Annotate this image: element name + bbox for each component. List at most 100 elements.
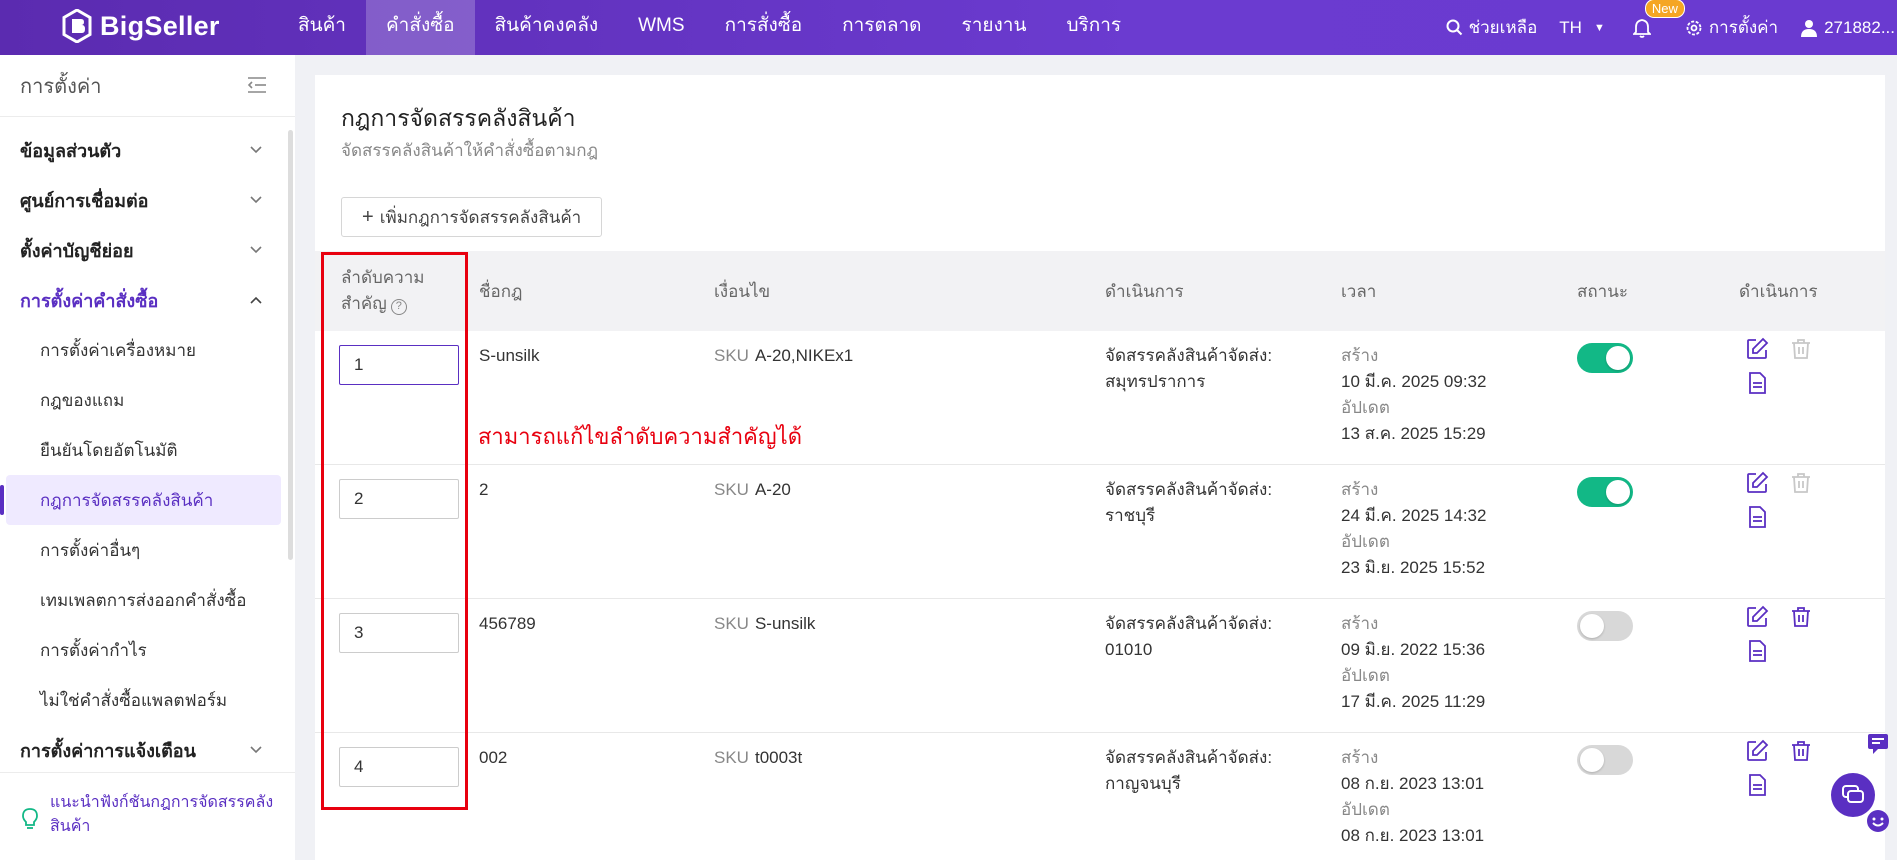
sidebar-item-markers[interactable]: การตั้งค่าเครื่องหมาย [0, 325, 295, 375]
sidebar-group-notifications[interactable]: การตั้งค่าการแจ้งเตือน [0, 725, 295, 775]
updated-time: 23 มิ.ย. 2025 15:52 [1341, 558, 1486, 577]
rule-name: 002 [479, 748, 508, 767]
rule-name: 2 [479, 480, 489, 499]
annotation-text: สามารถแก้ไขลำดับความสำคัญได้ [478, 424, 802, 449]
log-document-icon[interactable] [1745, 773, 1769, 797]
sidebar-item-non-platform-orders[interactable]: ไม่ใช่คำสั่งซื้อแพลตฟอร์ม [0, 675, 295, 725]
status-toggle[interactable] [1577, 611, 1633, 641]
created-time: 10 มี.ค. 2025 09:32 [1341, 372, 1487, 391]
main-nav: สินค้า คำสั่งซื้อ สินค้าคงคลัง WMS การสั… [278, 0, 1141, 55]
status-toggle[interactable] [1577, 477, 1633, 507]
sidebar-item-auto-confirm[interactable]: ยืนยันโดยอัตโนมัติ [0, 425, 295, 475]
created-label: สร้าง [1341, 614, 1379, 633]
page-title: กฎการจัดสรรคลังสินค้า [341, 105, 576, 131]
trash-icon[interactable] [1789, 739, 1813, 763]
warehouse-name: สมุทรปราการ [1105, 372, 1206, 391]
sidebar-item-gift-rules[interactable]: กฎของแถม [0, 375, 295, 425]
top-right-tools: ช่วยเหลือ TH ▼ New การตั้งค่า 271882... [1424, 0, 1897, 55]
help-link[interactable]: ช่วยเหลือ [1446, 14, 1537, 41]
col-condition: เงื่อนไข [714, 281, 771, 301]
trash-icon [1792, 339, 1810, 359]
sidebar-group-subaccounts[interactable]: ตั้งค่าบัญชีย่อย [0, 225, 295, 275]
rule-operation: จัดสรรคลังสินค้าจัดส่ง: ราชบุรี [1105, 477, 1272, 529]
sidebar-item-export-templates[interactable]: เทมเพลตการส่งออกคำสั่งซื้อ [0, 575, 295, 625]
user-menu[interactable]: 271882... [1800, 18, 1895, 38]
edit-icon[interactable] [1745, 605, 1769, 629]
edit-icon[interactable] [1745, 337, 1769, 361]
log-document-icon[interactable] [1745, 371, 1769, 395]
sidebar-group-profile[interactable]: ข้อมูลส่วนตัว [0, 125, 295, 175]
nav-wms[interactable]: WMS [618, 0, 704, 55]
created-label: สร้าง [1341, 346, 1379, 365]
language-select[interactable]: TH ▼ [1559, 18, 1605, 38]
sidebar-item-profit-settings[interactable]: การตั้งค่ากำไร [0, 625, 295, 675]
collapse-menu-icon[interactable] [247, 76, 267, 94]
nav-purchase[interactable]: การสั่งซื้อ [705, 0, 823, 55]
trash-icon[interactable] [1789, 605, 1813, 629]
nav-reports[interactable]: รายงาน [942, 0, 1047, 55]
settings-link[interactable]: การตั้งค่า [1685, 14, 1778, 41]
brand-name: BigSeller [100, 10, 220, 41]
main-panel: กฎการจัดสรรคลังสินค้า จัดสรรคลังสินค้าให… [315, 75, 1885, 860]
edit-icon[interactable] [1745, 739, 1769, 763]
rule-condition: SKU A-20,NIKEx1 [714, 343, 853, 369]
user-id: 271882... [1824, 17, 1895, 37]
sidebar-group-label: การตั้งค่าคำสั่งซื้อ [20, 290, 159, 311]
feature-intro-line1: แนะนำฟังก์ชันกฎการจัดสรรคลัง [50, 794, 274, 811]
sku-value: A-20,NIKEx1 [754, 346, 854, 365]
nav-products[interactable]: สินค้า [278, 0, 366, 55]
feature-intro-link[interactable]: แนะนำฟังก์ชันกฎการจัดสรรคลัง สินค้า [0, 772, 295, 860]
sidebar-group-integrations[interactable]: ศูนย์การเชื่อมต่อ [0, 175, 295, 225]
feedback-icon[interactable] [1865, 730, 1891, 756]
created-time: 09 มิ.ย. 2022 15:36 [1341, 640, 1486, 659]
add-rule-label: เพิ่มกฎการจัดสรรคลังสินค้า [379, 207, 582, 227]
sidebar-item-warehouse-rules[interactable]: กฎการจัดสรรคลังสินค้า [0, 475, 281, 525]
sidebar-group-order-settings[interactable]: การตั้งค่าคำสั่งซื้อ [0, 275, 295, 325]
operation-prefix: จัดสรรคลังสินค้าจัดส่ง: [1105, 748, 1273, 767]
nav-orders[interactable]: คำสั่งซื้อ [365, 0, 475, 55]
rule-name: 456789 [479, 614, 536, 633]
chevron-up-icon [250, 296, 262, 304]
created-time: 24 มี.ค. 2025 14:32 [1341, 506, 1487, 525]
search-icon [1446, 19, 1462, 36]
rule-name: S-unsilk [479, 346, 540, 365]
log-document-icon[interactable] [1745, 505, 1769, 529]
rule-time: สร้าง 09 มิ.ย. 2022 15:36 อัปเดต 17 มี.ค. 2… [1341, 611, 1485, 715]
created-label: สร้าง [1341, 480, 1379, 499]
notification-button[interactable]: New [1632, 0, 1685, 38]
bigseller-logo[interactable]: BigSeller [62, 9, 220, 43]
sidebar-group-label: ข้อมูลส่วนตัว [20, 140, 122, 161]
lightbulb-icon [22, 808, 38, 829]
sidebar-group-label: ศูนย์การเชื่อมต่อ [20, 190, 149, 211]
page-subtitle: จัดสรรคลังสินค้าให้คำสั่งซื้อตามกฎ [341, 141, 598, 160]
col-rule-name: ชื่อกฎ [479, 281, 523, 301]
chat-icon [1842, 785, 1864, 803]
table-row: 2 SKU A-20 จัดสรรคลังสินค้าจัดส่ง: ราชบุรี สร… [315, 465, 1885, 599]
updated-label: อัปเดต [1341, 398, 1390, 417]
chevron-down-icon [250, 146, 262, 154]
nav-marketing[interactable]: การตลาด [822, 0, 941, 55]
updated-time: 08 ก.ย. 2023 13:01 [1341, 826, 1485, 845]
log-document-icon[interactable] [1745, 639, 1769, 663]
add-rule-button[interactable]: + เพิ่มกฎการจัดสรรคลังสินค้า [341, 197, 603, 237]
status-toggle[interactable] [1577, 745, 1633, 775]
warehouse-name: กาญจนบุรี [1105, 774, 1181, 793]
sidebar-group-label: ตั้งค่าบัญชีย่อย [20, 240, 134, 261]
warehouse-name: ราชบุรี [1105, 506, 1156, 525]
created-label: สร้าง [1341, 748, 1379, 767]
rule-operation: จัดสรรคลังสินค้าจัดส่ง: สมุทรปราการ [1105, 343, 1272, 395]
top-navbar: BigSeller สินค้า คำสั่งซื้อ สินค้าคงคลัง… [0, 0, 1897, 55]
feature-intro-line2: สินค้า [50, 818, 91, 835]
rule-time: สร้าง 08 ก.ย. 2023 13:01 อัปเดต 08 ก.ย. 202… [1341, 745, 1484, 849]
edit-icon[interactable] [1745, 471, 1769, 495]
created-time: 08 ก.ย. 2023 13:01 [1341, 774, 1485, 793]
col-status: สถานะ [1577, 281, 1628, 301]
rule-condition: SKU t0003t [714, 745, 802, 771]
nav-services[interactable]: บริการ [1046, 0, 1141, 55]
sidebar-item-other-settings[interactable]: การตั้งค่าอื่นๆ [0, 525, 295, 575]
smile-icon[interactable] [1865, 808, 1891, 834]
status-toggle[interactable] [1577, 343, 1633, 373]
nav-inventory[interactable]: สินค้าคงคลัง [475, 0, 619, 55]
operation-prefix: จัดสรรคลังสินค้าจัดส่ง: [1105, 346, 1273, 365]
sku-value: t0003t [754, 748, 803, 767]
